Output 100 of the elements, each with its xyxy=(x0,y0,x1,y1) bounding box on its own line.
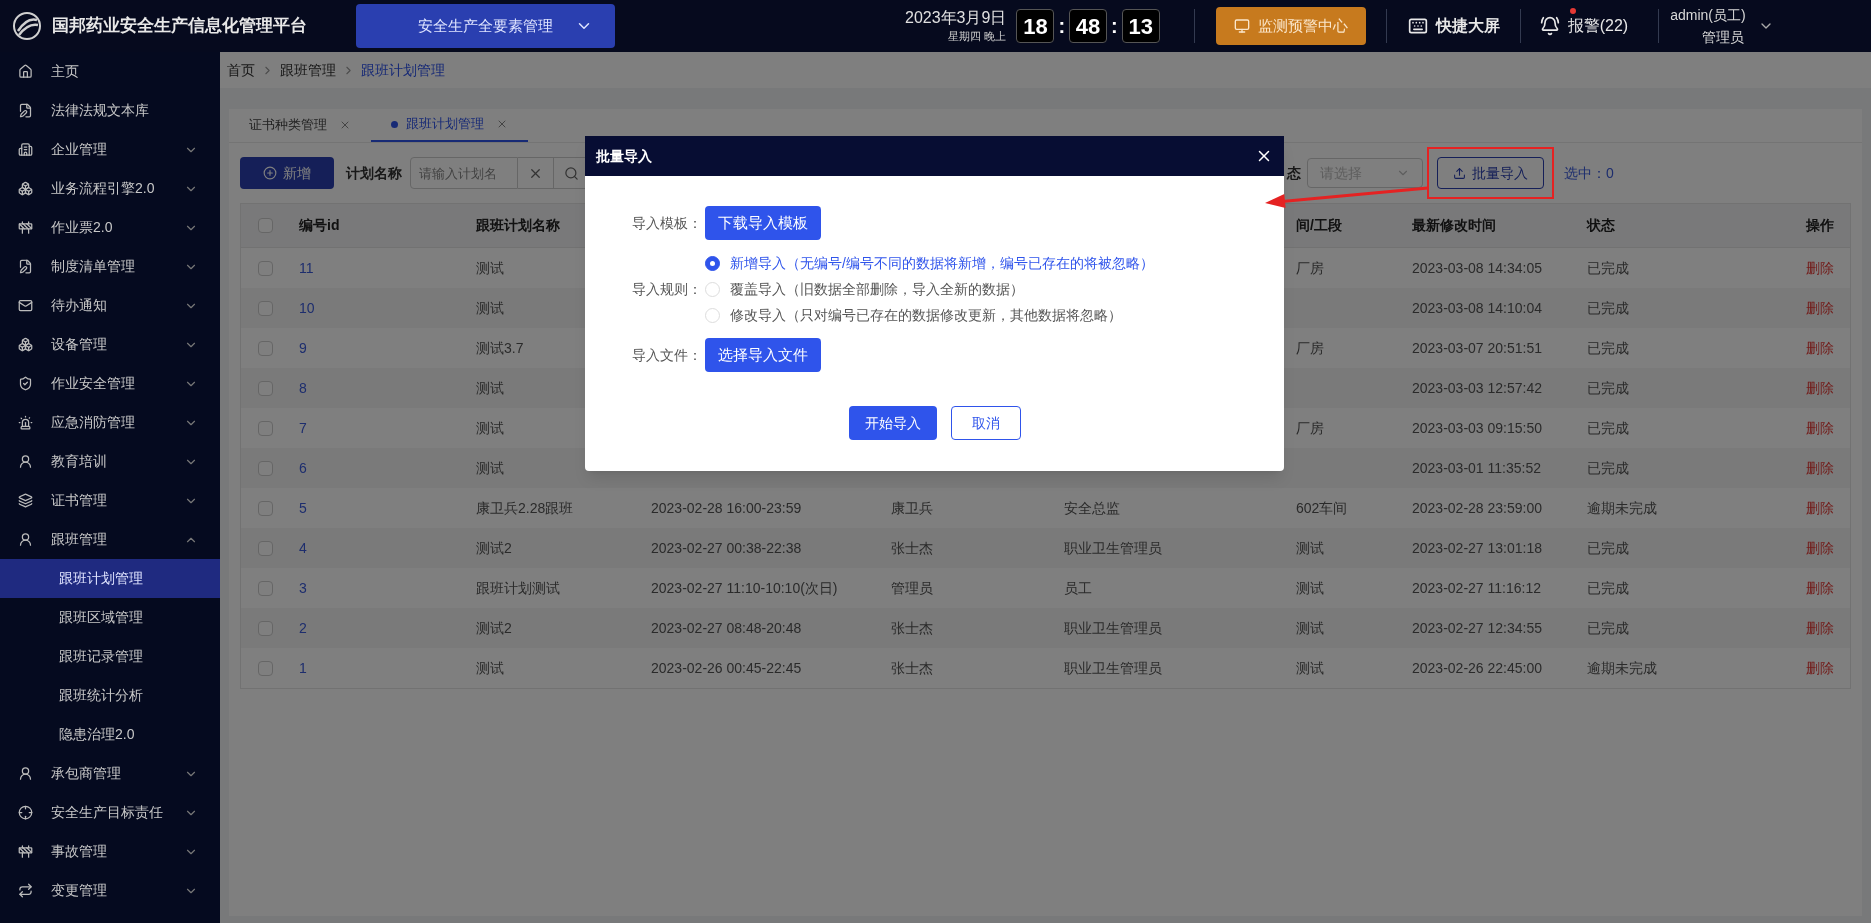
sidebar-item[interactable]: 作业安全管理 xyxy=(0,364,220,403)
sidebar-item[interactable]: 待办通知 xyxy=(0,286,220,325)
keyboard-icon xyxy=(1407,16,1428,36)
breadcrumb-link[interactable]: 跟班管理 xyxy=(280,59,336,81)
shield-icon xyxy=(18,376,33,391)
logo-icon xyxy=(12,11,42,41)
add-button[interactable]: 新增 xyxy=(240,157,334,189)
breadcrumb-link[interactable]: 跟班计划管理 xyxy=(361,59,445,81)
alarm-button[interactable]: 报警(22) xyxy=(1539,14,1629,38)
table-cell: 2023-03-07 20:51:51 xyxy=(1412,339,1542,356)
table-cell: 逾期未完成 xyxy=(1587,659,1657,676)
big-screen-button[interactable]: 快捷大屏 xyxy=(1407,14,1500,38)
sidebar-item[interactable]: 作业票2.0 xyxy=(0,208,220,247)
sidebar-item[interactable]: 安全生产目标责任 xyxy=(0,793,220,832)
module-select[interactable]: 安全生产全要素管理 xyxy=(356,4,615,48)
table-cell: 张士杰 xyxy=(891,659,933,676)
id-link[interactable]: 5 xyxy=(299,499,307,516)
table-cell: 已完成 xyxy=(1587,339,1629,356)
clock-separator: : xyxy=(1058,14,1066,39)
sidebar-item[interactable]: 主页 xyxy=(0,52,220,91)
table-cell: 2023-02-27 12:34:55 xyxy=(1412,619,1542,636)
table-cell: 安全总监 xyxy=(1064,499,1120,516)
table-cell: 测试 xyxy=(476,299,504,316)
checkbox[interactable] xyxy=(258,218,273,233)
checkbox[interactable] xyxy=(258,380,273,396)
checkbox[interactable] xyxy=(258,340,273,356)
radio-option[interactable]: 修改导入（只对编号已存在的数据修改更新，其他数据将忽略） xyxy=(705,302,1154,328)
table-cell: 测试 xyxy=(476,459,504,476)
download-template-button[interactable]: 下载导入模板 xyxy=(705,206,821,240)
tab[interactable]: 跟班计划管理 xyxy=(371,108,528,142)
sidebar-subitem[interactable]: 跟班计划管理 xyxy=(0,559,220,598)
checkbox[interactable] xyxy=(258,660,273,676)
sidebar-subitem[interactable]: 跟班区域管理 xyxy=(0,598,220,637)
table-cell: 已完成 xyxy=(1587,379,1629,396)
start-import-button[interactable]: 开始导入 xyxy=(848,406,937,440)
tab[interactable]: 证书种类管理 xyxy=(229,108,371,142)
table-cell: 厂房 xyxy=(1296,339,1324,356)
sidebar-item[interactable]: 法律法规文本库 xyxy=(0,91,220,130)
user-name[interactable]: admin(员工) xyxy=(1670,4,1746,26)
checkbox[interactable] xyxy=(258,260,273,276)
sidebar-item[interactable]: 应急消防管理 xyxy=(0,403,220,442)
home-icon xyxy=(18,64,33,79)
id-link[interactable]: 4 xyxy=(299,539,307,556)
sidebar-item[interactable]: 事故管理 xyxy=(0,832,220,871)
id-link[interactable]: 2 xyxy=(299,619,307,636)
upload-icon xyxy=(1453,166,1466,180)
id-link[interactable]: 8 xyxy=(299,379,307,396)
sidebar-item[interactable]: 跟班管理 xyxy=(0,520,220,559)
checkbox[interactable] xyxy=(258,500,273,516)
table-cell: 测试 xyxy=(476,659,504,676)
choose-file-button[interactable]: 选择导入文件 xyxy=(705,338,821,372)
user-icon xyxy=(18,532,33,547)
id-link[interactable]: 7 xyxy=(299,419,307,436)
sidebar-subitem[interactable]: 跟班记录管理 xyxy=(0,637,220,676)
sidebar-subitem[interactable]: 隐患治理2.0 xyxy=(0,715,220,754)
table-cell: 2023-02-27 11:10-10:10(次日) xyxy=(651,579,838,596)
sidebar-item[interactable]: 教育培训 xyxy=(0,442,220,481)
cancel-button[interactable]: 取消 xyxy=(950,406,1021,440)
user-icon xyxy=(18,454,33,469)
table-cell: 2023-02-28 16:00-23:59 xyxy=(651,499,802,516)
id-link[interactable]: 3 xyxy=(299,579,307,596)
plus-icon xyxy=(263,166,277,180)
table-cell: 2023-03-03 09:15:50 xyxy=(1412,419,1542,436)
table-cell: 厂房 xyxy=(1296,419,1324,436)
radio-option[interactable]: 新增导入（无编号/编号不同的数据将新增，编号已存在的将被忽略） xyxy=(705,250,1154,276)
table-cell: 测试2 xyxy=(476,539,512,556)
radio-button[interactable] xyxy=(705,255,720,271)
id-link[interactable]: 10 xyxy=(299,299,315,316)
field-label: 导入规则： xyxy=(631,279,703,299)
batch-import-button[interactable]: 批量导入 xyxy=(1437,157,1544,189)
sidebar-item[interactable]: 业务流程引擎2.0 xyxy=(0,169,220,208)
radio-option[interactable]: 覆盖导入（旧数据全部删除，导入全新的数据） xyxy=(705,276,1154,302)
sidebar-subitem[interactable]: 跟班统计分析 xyxy=(0,676,220,715)
checkbox[interactable] xyxy=(258,300,273,316)
table-cell: 张士杰 xyxy=(891,619,933,636)
sidebar-item[interactable]: 制度清单管理 xyxy=(0,247,220,286)
sidebar-item[interactable]: 企业管理 xyxy=(0,130,220,169)
user-icon xyxy=(18,766,33,781)
id-link[interactable]: 9 xyxy=(299,339,307,356)
checkbox[interactable] xyxy=(258,420,273,436)
sidebar-item[interactable]: 变更管理 xyxy=(0,871,220,910)
monitor-icon xyxy=(1233,18,1250,34)
breadcrumb-link[interactable]: 首页 xyxy=(227,59,255,81)
table-cell: 测试 xyxy=(1296,659,1324,676)
id-link[interactable]: 1 xyxy=(299,659,307,676)
checkbox[interactable] xyxy=(258,620,273,636)
user-role: 管理员 xyxy=(1701,28,1744,47)
siren-icon xyxy=(18,415,33,430)
sidebar-item[interactable]: 设备管理 xyxy=(0,325,220,364)
building-icon xyxy=(18,142,33,157)
id-link[interactable]: 6 xyxy=(299,459,307,476)
checkbox[interactable] xyxy=(258,460,273,476)
table-cell: 2023-02-26 22:45:00 xyxy=(1412,659,1542,676)
checkbox[interactable] xyxy=(258,580,273,596)
sidebar-item[interactable]: 证书管理 xyxy=(0,481,220,520)
id-link[interactable]: 11 xyxy=(299,259,314,276)
table-cell: 管理员 xyxy=(891,579,933,596)
table-cell: 2023-03-03 12:57:42 xyxy=(1412,379,1542,396)
sidebar-item[interactable]: 承包商管理 xyxy=(0,754,220,793)
checkbox[interactable] xyxy=(258,540,273,556)
